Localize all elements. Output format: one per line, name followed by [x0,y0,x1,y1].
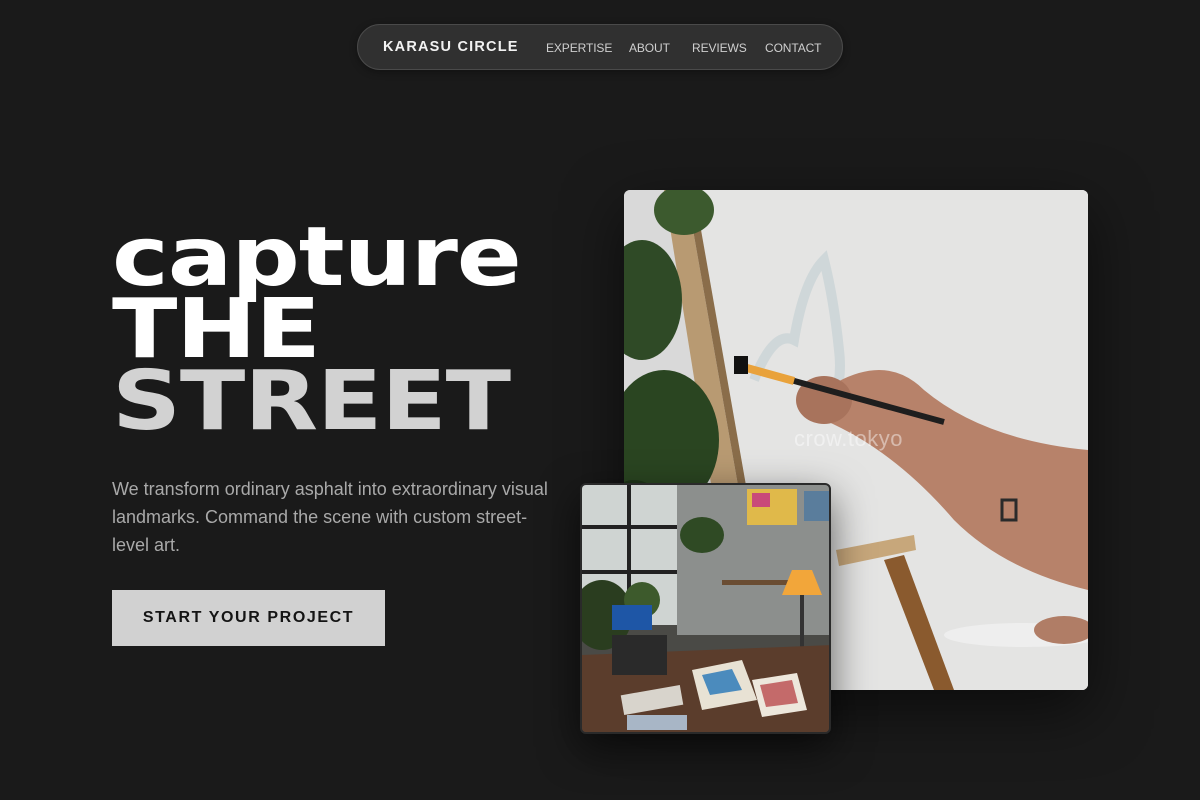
hero-description: We transform ordinary asphalt into extra… [112,479,548,555]
hero-headline: capture THE STREET [112,217,522,443]
nav-link-about[interactable]: ABOUT [629,41,670,55]
nav-link-contact[interactable]: CONTACT [765,41,822,55]
brand-logo[interactable]: KARASU CIRCLE [383,39,519,55]
landing-page: KARASU CIRCLE EXPERTISE ABOUT REVIEWS CO… [0,0,1200,800]
nav-link-reviews[interactable]: REVIEWS [692,41,747,55]
studio-illustration [582,485,829,732]
start-project-button[interactable]: START YOUR PROJECT [112,590,385,646]
top-nav: KARASU CIRCLE EXPERTISE ABOUT REVIEWS CO… [357,24,843,70]
nav-link-expertise[interactable]: EXPERTISE [546,41,612,55]
photo-watermark: crow.tokyo [794,426,903,451]
headline-line-3: STREET [112,354,511,449]
studio-photo [580,483,831,734]
